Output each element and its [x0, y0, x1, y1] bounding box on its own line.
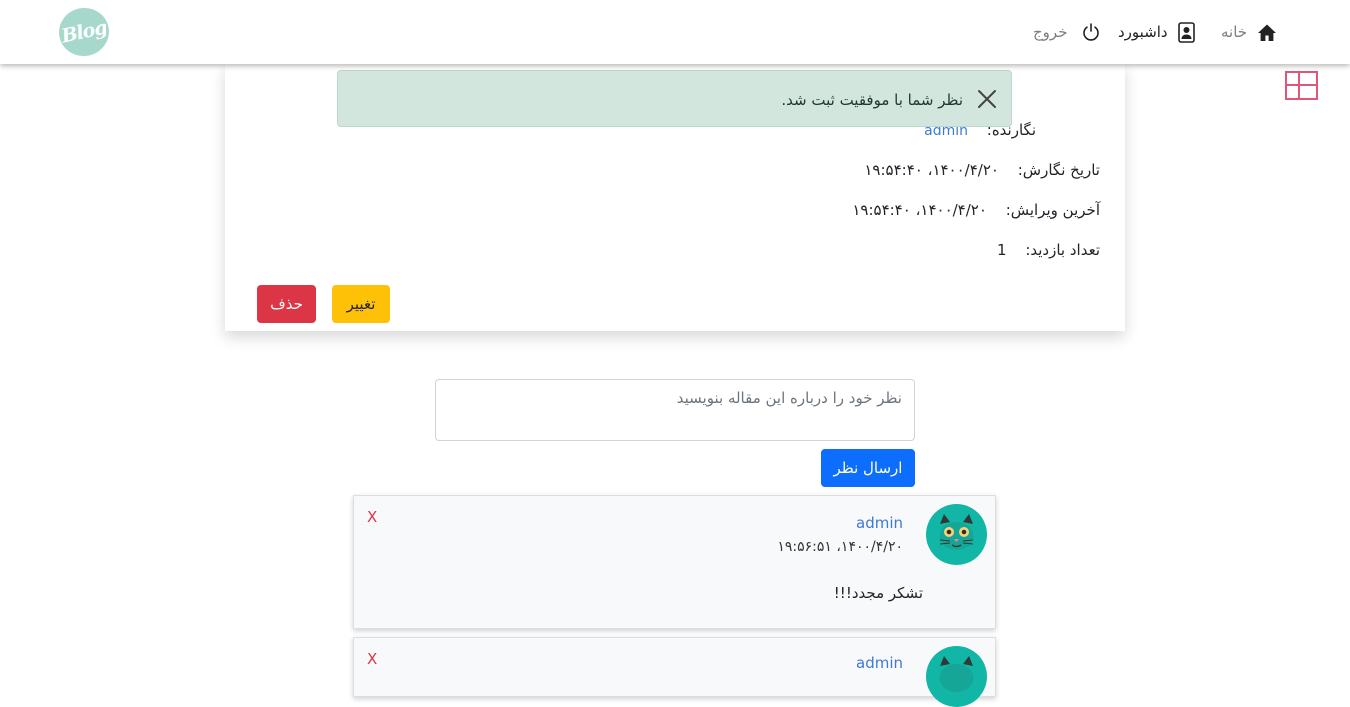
created-date-value: ۱۴۰۰/۴/۲۰، ۱۹:۵۴:۴۰ [864, 161, 999, 179]
created-date-label: تاریخ نگارش: [1017, 161, 1100, 179]
nav-dashboard[interactable]: داشبورد [1118, 20, 1195, 44]
cat-avatar-icon [926, 504, 987, 565]
power-icon [1081, 22, 1101, 42]
delete-post-button[interactable]: حذف [257, 285, 316, 323]
comment-text: تشکر مجدد!!! [833, 584, 923, 602]
edit-post-button[interactable]: تغییر [332, 285, 390, 323]
layout-grid-icon[interactable] [1285, 71, 1318, 104]
nav-logout[interactable]: خروج [1033, 20, 1101, 44]
nav-home-label: خانه [1221, 23, 1248, 41]
view-count-label: تعداد بازدید: [1025, 241, 1100, 259]
submit-comment-button[interactable]: ارسال نظر [821, 449, 915, 487]
comment-date: ۱۴۰۰/۴/۲۰، ۱۹:۵۶:۵۱ [777, 539, 903, 555]
alert-message: نظر شما با موفقیت ثبت شد. [781, 91, 963, 109]
nav-home[interactable]: خانه [1221, 20, 1277, 44]
top-navbar: Blog خروج داشبورد خانه [0, 0, 1350, 64]
nav-dashboard-label: داشبورد [1118, 23, 1168, 41]
comment-author[interactable]: admin [856, 654, 903, 672]
comment-author[interactable]: admin [856, 514, 903, 532]
cat-avatar-icon [926, 646, 987, 707]
comment-item: admin ۱۴۰۰/۴/۲۰، ۱۹:۵۶:۵۱ تشکر مجدد!!! X [353, 495, 996, 629]
home-icon [1257, 23, 1277, 42]
view-count-row: تعداد بازدید: 1 [997, 241, 1100, 259]
close-icon[interactable] [977, 89, 997, 113]
success-alert: نظر شما با موفقیت ثبت شد. [337, 70, 1012, 127]
delete-comment-button[interactable]: X [367, 508, 377, 526]
comment-textarea[interactable] [435, 379, 915, 441]
edited-date-label: آخرین ویرایش: [1005, 201, 1100, 219]
comment-item: admin X [353, 637, 996, 707]
contact-card-icon [1177, 21, 1195, 43]
edited-date-row: آخرین ویرایش: ۱۴۰۰/۴/۲۰، ۱۹:۵۴:۴۰ [852, 201, 1100, 219]
blog-logo[interactable]: Blog [54, 3, 114, 61]
view-count-value: 1 [997, 241, 1007, 259]
delete-comment-button[interactable]: X [367, 650, 377, 668]
nav-logout-label: خروج [1033, 23, 1068, 41]
edited-date-value: ۱۴۰۰/۴/۲۰، ۱۹:۵۴:۴۰ [852, 201, 987, 219]
created-date-row: تاریخ نگارش: ۱۴۰۰/۴/۲۰، ۱۹:۵۴:۴۰ [864, 161, 1100, 179]
